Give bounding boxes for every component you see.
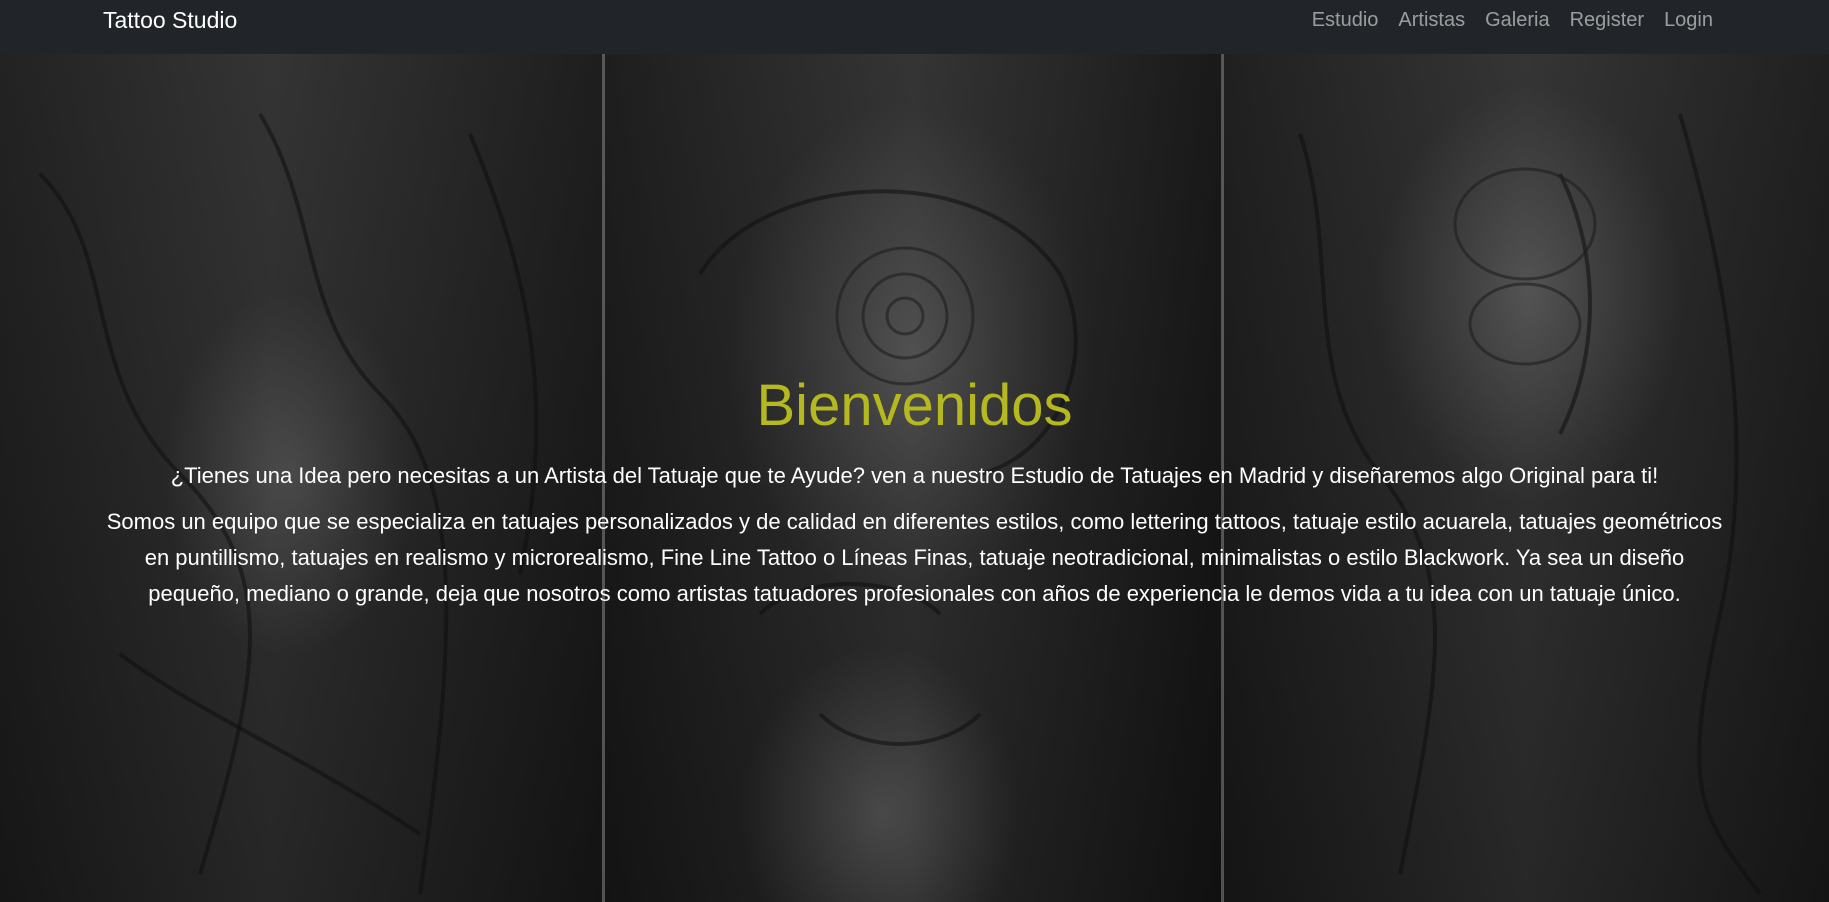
nav-link-artistas[interactable]: Artistas	[1398, 3, 1465, 37]
nav-links: Estudio Artistas Galeria Register Login	[1312, 3, 1713, 37]
hero-lead-paragraph: ¿Tienes una Idea pero necesitas a un Art…	[170, 463, 1659, 488]
hero-section: Bienvenidos ¿Tienes una Idea pero necesi…	[0, 54, 1829, 902]
navbar: Tattoo Studio Estudio Artistas Galeria R…	[0, 0, 1829, 54]
hero-description-paragraph: Somos un equipo que se especializa en ta…	[106, 509, 1723, 606]
brand-link[interactable]: Tattoo Studio	[103, 3, 237, 37]
nav-link-estudio[interactable]: Estudio	[1312, 3, 1379, 37]
hero-content: Bienvenidos ¿Tienes una Idea pero necesi…	[105, 372, 1724, 612]
nav-link-galeria[interactable]: Galeria	[1485, 3, 1549, 37]
nav-link-register[interactable]: Register	[1570, 3, 1644, 37]
nav-link-login[interactable]: Login	[1664, 3, 1713, 37]
hero-title: Bienvenidos	[756, 373, 1073, 438]
